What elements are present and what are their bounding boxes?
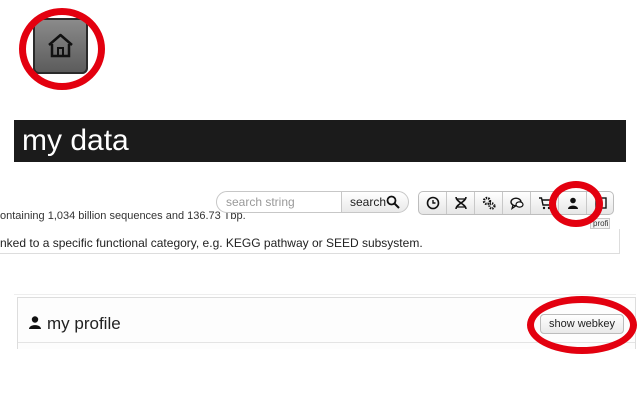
page-title: my data xyxy=(22,124,129,157)
toolbar-button-dna[interactable] xyxy=(447,192,475,214)
toolbar-button-gears[interactable] xyxy=(475,192,503,214)
highlight-ring-profile xyxy=(549,181,603,227)
divider xyxy=(14,294,636,295)
stats-text: ontaining 1,034 billion sequences and 13… xyxy=(0,210,246,222)
dna-icon xyxy=(455,196,467,210)
toolbar-button-chat[interactable] xyxy=(503,192,531,214)
description-box: nked to a specific functional category, … xyxy=(0,229,620,254)
search-input[interactable]: search string xyxy=(216,191,342,213)
description-text: nked to a specific functional category, … xyxy=(0,236,423,250)
chat-icon xyxy=(510,197,524,210)
clock-icon xyxy=(426,196,440,210)
page-header: my data xyxy=(14,120,626,162)
search-button[interactable]: search xyxy=(341,191,409,213)
profile-title: my profile xyxy=(47,314,121,333)
gears-icon xyxy=(482,196,496,210)
highlight-ring-home xyxy=(19,8,105,90)
highlight-ring-webkey xyxy=(527,296,637,354)
search-button-label: search xyxy=(350,195,387,209)
magnifier-icon xyxy=(386,195,400,209)
toolbar-button-clock[interactable] xyxy=(419,192,447,214)
user-icon xyxy=(29,316,41,329)
